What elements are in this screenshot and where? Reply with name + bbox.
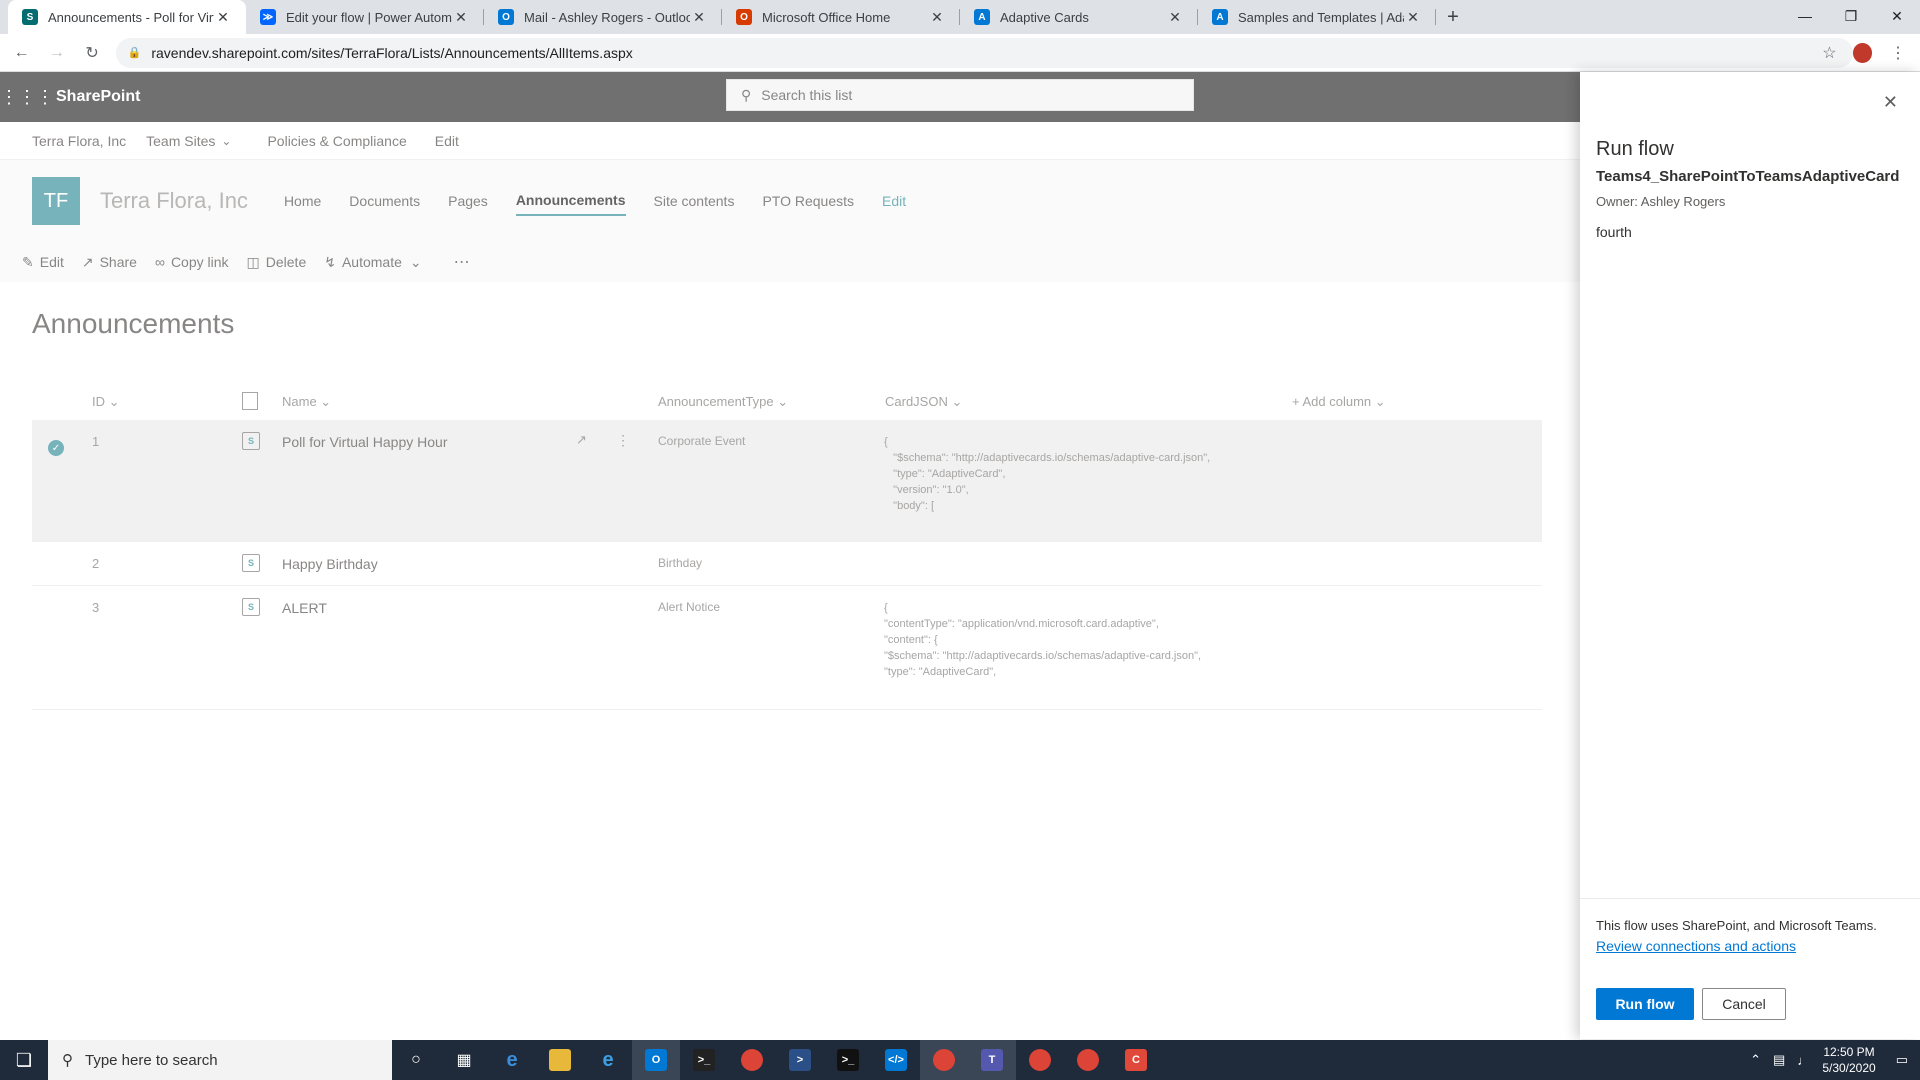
cancel-button[interactable]: Cancel bbox=[1702, 988, 1786, 1020]
adaptive-cards-icon: A bbox=[974, 9, 990, 25]
window-controls: — ❐ ✕ bbox=[1782, 0, 1920, 32]
windows-taskbar: ❏ ⚲ Type here to search ○ ▦ e e O >_ > >… bbox=[0, 1040, 1920, 1080]
task-view-icon[interactable]: ▦ bbox=[440, 1040, 488, 1080]
edge-icon[interactable]: e bbox=[488, 1040, 536, 1080]
tab-title: Announcements - Poll for Virtual bbox=[48, 9, 214, 25]
close-tab-icon[interactable]: ✕ bbox=[1166, 9, 1184, 26]
close-tab-icon[interactable]: ✕ bbox=[1404, 9, 1422, 26]
outlook-taskbar-icon[interactable]: O bbox=[632, 1040, 680, 1080]
office-icon: O bbox=[736, 9, 752, 25]
browser-tab-strip: SAnnouncements - Poll for Virtual✕≫Edit … bbox=[0, 0, 1920, 34]
sharepoint-icon: S bbox=[22, 9, 38, 25]
close-tab-icon[interactable]: ✕ bbox=[928, 9, 946, 26]
taskbar-search-input[interactable]: ⚲ Type here to search bbox=[48, 1040, 392, 1080]
flow-name: Teams4_SharePointToTeamsAdaptiveCard bbox=[1596, 168, 1900, 185]
volume-icon[interactable]: ♩ bbox=[1797, 1053, 1810, 1068]
close-tab-icon[interactable]: ✕ bbox=[214, 9, 232, 26]
chrome-alt2-icon[interactable] bbox=[1064, 1040, 1112, 1080]
tab-title: Mail - Ashley Rogers - Outlook bbox=[524, 9, 690, 25]
taskbar-search-placeholder: Type here to search bbox=[85, 1051, 218, 1069]
adaptive-cards-icon: A bbox=[1212, 9, 1228, 25]
vscode-icon[interactable]: </> bbox=[872, 1040, 920, 1080]
clock-date: 5/30/2020 bbox=[1822, 1061, 1876, 1075]
address-bar[interactable]: 🔒 ravendev.sharepoint.com/sites/TerraFlo… bbox=[115, 37, 1853, 68]
panel-divider bbox=[1580, 898, 1920, 899]
clock-time: 12:50 PM bbox=[1823, 1045, 1875, 1059]
cortana-icon[interactable]: ○ bbox=[392, 1040, 440, 1080]
browser-tab[interactable]: O Mail - Ashley Rogers - Outlook ✕ bbox=[484, 0, 722, 34]
panel-title: Run flow bbox=[1596, 138, 1674, 160]
tab-title: Adaptive Cards bbox=[1000, 9, 1089, 25]
notification-icon[interactable]: ▭ bbox=[1896, 1052, 1908, 1068]
close-tab-icon[interactable]: ✕ bbox=[452, 9, 470, 26]
browser-tab[interactable]: A Adaptive Cards ✕ bbox=[960, 0, 1198, 34]
system-clock[interactable]: 12:50 PM 5/30/2020 bbox=[1822, 1044, 1875, 1076]
tab-title: Edit your flow | Power Automate bbox=[286, 9, 452, 25]
powershell-icon[interactable]: > bbox=[776, 1040, 824, 1080]
file-explorer-icon[interactable] bbox=[536, 1040, 584, 1080]
browser-tab[interactable]: A Samples and Templates | Adaptiv✕ bbox=[1198, 0, 1436, 34]
system-tray: ⌃ ▤ ♩ 12:50 PM 5/30/2020 ▭ bbox=[1750, 1040, 1920, 1080]
tab-separator bbox=[1435, 9, 1436, 25]
chrome-icon[interactable] bbox=[728, 1040, 776, 1080]
modal-overlay[interactable] bbox=[0, 72, 1580, 1039]
minimize-icon[interactable]: — bbox=[1782, 0, 1828, 32]
browser-tab[interactable]: S Announcements - Poll for Virtual✕ bbox=[8, 0, 246, 34]
browser-tab[interactable]: O Microsoft Office Home ✕ bbox=[722, 0, 960, 34]
close-icon[interactable]: ✕ bbox=[1883, 92, 1898, 113]
flow-owner: Owner: Ashley Rogers bbox=[1596, 194, 1726, 209]
tab-list: SAnnouncements - Poll for Virtual✕≫Edit … bbox=[0, 0, 1436, 34]
power-automate-icon: ≫ bbox=[260, 9, 276, 25]
selected-item-name: fourth bbox=[1596, 224, 1632, 240]
run-flow-button[interactable]: Run flow bbox=[1596, 988, 1694, 1020]
review-connections-link[interactable]: Review connections and actions bbox=[1596, 938, 1796, 954]
chrome-profile-icon[interactable] bbox=[920, 1040, 968, 1080]
snagit-icon[interactable]: C bbox=[1112, 1040, 1160, 1080]
windows-start-icon[interactable]: ❏ bbox=[0, 1040, 48, 1080]
url-text[interactable]: ravendev.sharepoint.com/sites/TerraFlora… bbox=[151, 45, 1822, 61]
command-prompt-icon[interactable]: >_ bbox=[824, 1040, 872, 1080]
forward-icon[interactable]: → bbox=[43, 44, 70, 62]
restore-icon[interactable]: ❐ bbox=[1828, 0, 1874, 32]
terminal-icon[interactable]: >_ bbox=[680, 1040, 728, 1080]
tab-title: Microsoft Office Home bbox=[762, 9, 891, 25]
connections-info: This flow uses SharePoint, and Microsoft… bbox=[1596, 918, 1877, 933]
close-tab-icon[interactable]: ✕ bbox=[690, 9, 708, 26]
back-icon[interactable]: ← bbox=[8, 44, 35, 62]
outlook-icon: O bbox=[498, 9, 514, 25]
run-flow-panel: ✕ Run flow Teams4_SharePointToTeamsAdapt… bbox=[1580, 72, 1920, 1039]
browser-tab[interactable]: ≫ Edit your flow | Power Automate ✕ bbox=[246, 0, 484, 34]
network-icon[interactable]: ▤ bbox=[1773, 1052, 1785, 1068]
bookmark-star-icon[interactable]: ☆ bbox=[1822, 43, 1836, 63]
browser-toolbar: ← → ↻ 🔒 ravendev.sharepoint.com/sites/Te… bbox=[0, 34, 1920, 72]
reload-icon[interactable]: ↻ bbox=[78, 43, 105, 63]
internet-explorer-icon[interactable]: e bbox=[584, 1040, 632, 1080]
browser-menu-icon[interactable]: ⋮ bbox=[1890, 43, 1906, 63]
new-tab-button[interactable]: + bbox=[1436, 0, 1470, 34]
tab-title: Samples and Templates | Adaptiv bbox=[1238, 9, 1404, 25]
teams-icon[interactable]: T bbox=[968, 1040, 1016, 1080]
lock-icon[interactable]: 🔒 bbox=[128, 46, 142, 59]
profile-avatar[interactable] bbox=[1852, 42, 1872, 63]
chrome-alt-icon[interactable] bbox=[1016, 1040, 1064, 1080]
chevron-up-icon[interactable]: ⌃ bbox=[1750, 1052, 1761, 1068]
search-icon: ⚲ bbox=[62, 1052, 73, 1069]
close-window-icon[interactable]: ✕ bbox=[1874, 0, 1920, 32]
